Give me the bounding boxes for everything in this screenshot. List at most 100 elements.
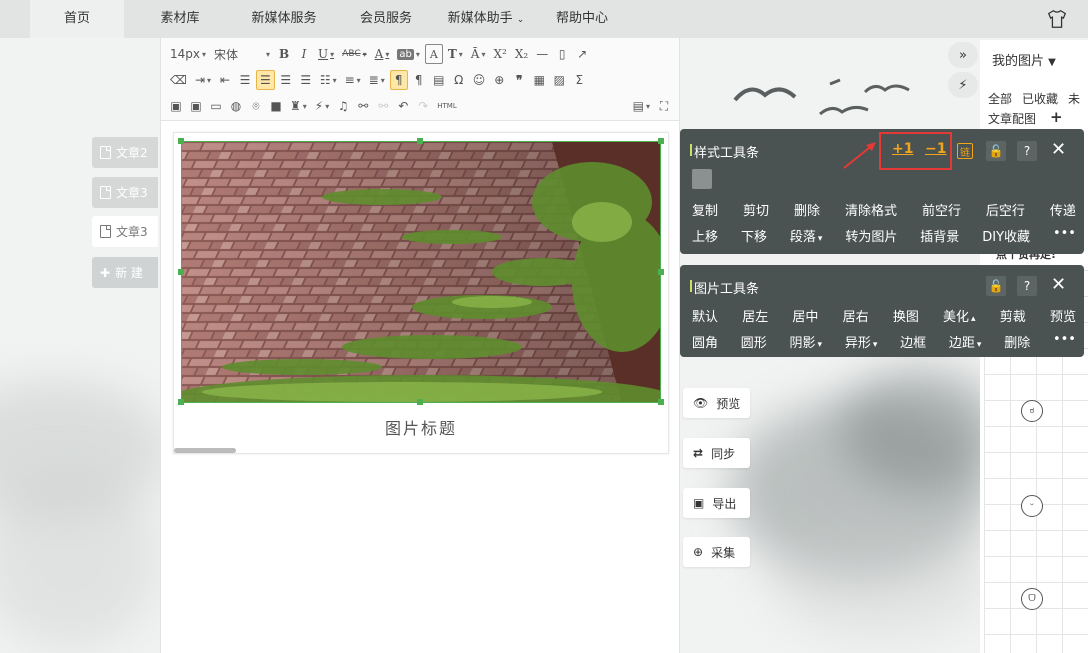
- align-left-icon[interactable]: ☰: [236, 70, 254, 90]
- sticker-face-icon[interactable]: ಠ: [1021, 400, 1043, 422]
- nav-new-media-service[interactable]: 新媒体服务: [236, 0, 332, 38]
- preview-button[interactable]: 👁 预览: [683, 388, 750, 418]
- align-right-icon[interactable]: ☰: [277, 70, 295, 90]
- insert-icon[interactable]: ♜: [287, 96, 310, 116]
- circle-button[interactable]: 圆形: [741, 332, 767, 351]
- letter-spacing-icon[interactable]: Ā: [468, 44, 489, 64]
- delete-image-button[interactable]: 删除: [1004, 332, 1030, 351]
- sync-button[interactable]: ⇄ 同步: [683, 438, 750, 468]
- text-box-icon[interactable]: A: [424, 44, 443, 64]
- line-height-icon[interactable]: ≡: [342, 70, 364, 90]
- clear-format-button[interactable]: 清除格式: [845, 200, 897, 219]
- bold-icon[interactable]: B: [275, 44, 293, 64]
- undo-icon[interactable]: ↶: [394, 96, 412, 116]
- indent-icon[interactable]: ⇥: [192, 70, 214, 90]
- underline-icon[interactable]: U: [315, 44, 337, 64]
- nav-member-service[interactable]: 会员服务: [332, 0, 440, 38]
- filter-favorited[interactable]: 已收藏: [1022, 90, 1058, 107]
- resize-handle-b[interactable]: [417, 399, 423, 405]
- copy-button[interactable]: 复制: [692, 200, 718, 219]
- quote-icon[interactable]: ❞: [510, 70, 528, 90]
- close-icon[interactable]: ✕: [1051, 139, 1066, 160]
- magic-wand-icon[interactable]: ⚡: [312, 96, 332, 116]
- form-icon[interactable]: ▤: [630, 96, 653, 116]
- paragraph-dropdown[interactable]: 段落: [790, 226, 823, 245]
- paragraph-spacing-icon[interactable]: ≣: [366, 70, 388, 90]
- text-style-icon[interactable]: T: [445, 44, 466, 64]
- to-image-button[interactable]: 转为图片: [845, 226, 897, 245]
- new-article-button[interactable]: ✚ 新 建: [92, 257, 158, 288]
- align-left-button[interactable]: 居左: [742, 306, 768, 325]
- help-icon[interactable]: ?: [1017, 141, 1037, 161]
- strikethrough-icon[interactable]: ABC: [339, 44, 369, 64]
- resize-handle-l[interactable]: [178, 269, 184, 275]
- resize-handle-tr[interactable]: [658, 138, 664, 144]
- close-icon[interactable]: ✕: [1051, 274, 1066, 295]
- collect-button[interactable]: ⊕ 采集: [683, 537, 750, 567]
- outdent-icon[interactable]: ⇤: [216, 70, 234, 90]
- font-color-icon[interactable]: A: [372, 44, 393, 64]
- horizontal-scrollbar[interactable]: [174, 448, 236, 453]
- lock-icon[interactable]: 🔓: [986, 276, 1006, 296]
- rounded-corner-button[interactable]: 圆角: [692, 332, 718, 351]
- move-up-button[interactable]: 上移: [692, 226, 718, 245]
- article-tab-2[interactable]: 文章2: [92, 137, 158, 168]
- article-tab-3a[interactable]: 文章3: [92, 177, 158, 208]
- edit-source-icon[interactable]: ↗: [573, 44, 591, 64]
- magic-wand-icon[interactable]: ⚡: [948, 72, 978, 98]
- nav-new-media-assistant[interactable]: 新媒体助手 ⌄: [440, 0, 532, 38]
- table-icon[interactable]: ▦: [530, 70, 548, 90]
- align-justify-icon[interactable]: ☰: [297, 70, 315, 90]
- space-after-button[interactable]: 后空行: [986, 200, 1025, 219]
- font-family-select[interactable]: 宋体: [211, 44, 273, 64]
- search-replace-icon[interactable]: ⊕: [490, 70, 508, 90]
- align-center-icon[interactable]: ☰: [256, 70, 275, 90]
- nav-help-center[interactable]: 帮助中心: [532, 0, 632, 38]
- beautify-dropdown[interactable]: 美化: [943, 306, 976, 325]
- unlink-icon[interactable]: ⚯: [374, 96, 392, 116]
- expand-panel-icon[interactable]: »: [948, 42, 978, 68]
- resize-handle-br[interactable]: [658, 399, 664, 405]
- subscript-icon[interactable]: X₂: [512, 44, 531, 64]
- chain-icon[interactable]: 链: [957, 143, 973, 159]
- align-center-button[interactable]: 居中: [792, 306, 818, 325]
- redo-icon[interactable]: ↷: [414, 96, 432, 116]
- background-color-icon[interactable]: ab: [394, 44, 423, 64]
- delete-button[interactable]: 删除: [794, 200, 820, 219]
- list-icon[interactable]: ☷: [317, 70, 340, 90]
- emoji-icon[interactable]: ☺: [470, 70, 489, 90]
- palette-icon[interactable]: ◍: [227, 96, 245, 116]
- ltr-icon[interactable]: ¶: [389, 70, 408, 90]
- font-size-select[interactable]: 14px: [167, 44, 209, 64]
- screen-icon[interactable]: ▭: [207, 96, 225, 116]
- special-char-icon[interactable]: Ω: [450, 70, 468, 90]
- align-right-button[interactable]: 居右: [843, 306, 869, 325]
- video-icon[interactable]: ■: [267, 96, 285, 116]
- preview-image-button[interactable]: 预览: [1050, 306, 1076, 325]
- filter-partial[interactable]: 未: [1068, 90, 1080, 107]
- italic-icon[interactable]: I: [295, 44, 313, 64]
- nav-materials[interactable]: 素材库: [124, 0, 236, 38]
- music-icon[interactable]: ♫: [334, 96, 352, 116]
- filter-all[interactable]: 全部: [988, 90, 1012, 107]
- image-icon[interactable]: ▣: [167, 96, 185, 116]
- align-default-button[interactable]: 默认: [692, 306, 718, 325]
- cut-button[interactable]: 剪切: [743, 200, 769, 219]
- move-down-button[interactable]: 下移: [741, 226, 767, 245]
- my-images-dropdown[interactable]: 我的图片 ▼: [992, 50, 1056, 69]
- sticker-smile-icon[interactable]: ᵕ: [1021, 495, 1043, 517]
- help-icon[interactable]: ?: [1017, 276, 1037, 296]
- more-icon[interactable]: •••: [1053, 226, 1076, 245]
- brick-wall-photo[interactable]: [181, 141, 661, 403]
- map-pin-icon[interactable]: ⌾: [247, 96, 265, 116]
- add-icon[interactable]: +: [1050, 110, 1063, 127]
- sticker-cry-icon[interactable]: ᗜ: [1021, 588, 1043, 610]
- horizontal-rule-icon[interactable]: —: [533, 44, 551, 64]
- format-painter-icon[interactable]: ▤: [430, 70, 448, 90]
- insert-background-button[interactable]: 插背景: [920, 226, 959, 245]
- pass-button[interactable]: 传递: [1050, 200, 1076, 219]
- resize-handle-t[interactable]: [417, 138, 423, 144]
- fullscreen-icon[interactable]: ⛶: [655, 96, 673, 116]
- eraser-icon[interactable]: ⌫: [167, 70, 190, 90]
- template-icon[interactable]: ▨: [550, 70, 568, 90]
